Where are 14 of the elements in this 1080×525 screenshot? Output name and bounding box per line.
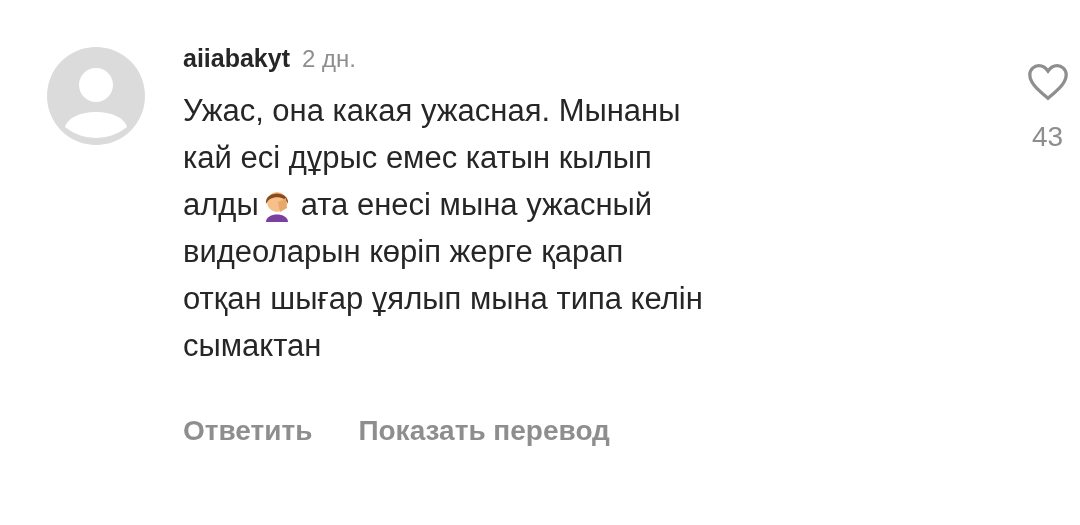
reply-link[interactable]: Ответить	[183, 409, 313, 452]
comment-text: алды	[183, 185, 259, 224]
comment-text: Ужас, она какая ужасная. Мынаны	[183, 91, 681, 130]
like-count: 43	[1031, 120, 1064, 154]
comment-text: отқан шығар ұялып мына типа келін	[183, 279, 703, 318]
username[interactable]: aiiabakyt	[183, 40, 290, 78]
translate-link[interactable]: Показать перевод	[358, 409, 610, 452]
comment-time: 2 дн.	[302, 44, 356, 74]
comment-text: сымактан	[183, 326, 322, 365]
comment-text: ата енесі мына ужасный	[300, 185, 653, 224]
comment-text: кай есі дұрыс емес катын кылып	[183, 138, 652, 177]
avatar-icon	[47, 47, 145, 145]
heart-icon[interactable]	[1025, 62, 1070, 102]
comment-text: видеоларын көріп жерге қарап	[183, 232, 624, 271]
